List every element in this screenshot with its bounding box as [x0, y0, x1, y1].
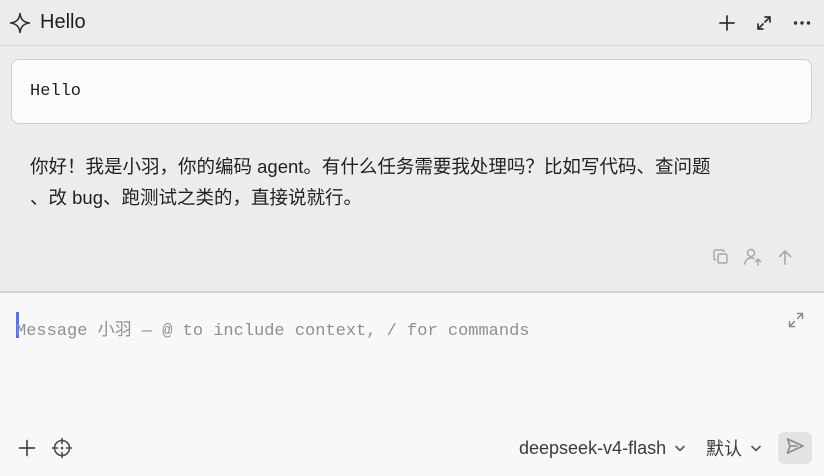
send-icon [785, 436, 805, 461]
more-options-button[interactable] [791, 12, 813, 34]
message-input[interactable]: Message 小羽 — @ to include context, / for… [16, 315, 529, 341]
chat-title: Hello [40, 11, 86, 33]
more-icon [792, 13, 812, 33]
assistant-reply: 你好！我是小羽，你的编码 agent。有什么任务需要我处理吗？比如写代码、查问题… [30, 151, 790, 213]
message-composer[interactable]: Message 小羽 — @ to include context, / for… [0, 293, 824, 476]
crosshair-icon [51, 437, 73, 463]
mode-selector[interactable]: 默认 [706, 436, 762, 460]
assistant-reply-line: 你好！我是小羽，你的编码 agent。有什么任务需要我处理吗？比如写代码、查问题 [30, 156, 711, 177]
chevron-down-icon [674, 438, 686, 459]
plus-icon [718, 14, 736, 32]
mode-name: 默认 [706, 439, 742, 459]
assistant-reply-line: 、改 bug、跑测试之类的，直接说就行。 [30, 187, 363, 208]
plus-icon [16, 439, 38, 463]
copy-button[interactable] [710, 248, 732, 270]
expand-composer-button[interactable] [786, 310, 806, 330]
send-button[interactable] [778, 432, 812, 464]
model-selector[interactable]: deepseek-v4-flash [519, 436, 686, 460]
new-chat-button[interactable] [716, 12, 738, 34]
sparkle-icon [9, 12, 31, 34]
user-message-text: Hello [30, 82, 82, 101]
expand-chat-button[interactable] [753, 12, 775, 34]
conversation-area: Hello 你好！我是小羽，你的编码 agent。有什么任务需要我处理吗？比如写… [0, 47, 824, 291]
scroll-up-button[interactable] [774, 248, 796, 270]
add-attachment-button[interactable] [16, 437, 38, 459]
expand-icon [755, 14, 773, 32]
feedback-button[interactable] [742, 248, 764, 270]
user-arrow-icon [743, 247, 763, 272]
arrow-up-icon [776, 248, 794, 271]
copy-icon [712, 248, 730, 271]
user-message-bubble: Hello [11, 59, 812, 124]
model-name: deepseek-v4-flash [519, 437, 667, 458]
expand-icon [786, 312, 806, 334]
chevron-down-icon [750, 438, 762, 459]
add-context-button[interactable] [51, 437, 73, 459]
chat-header: Hello [0, 0, 824, 46]
